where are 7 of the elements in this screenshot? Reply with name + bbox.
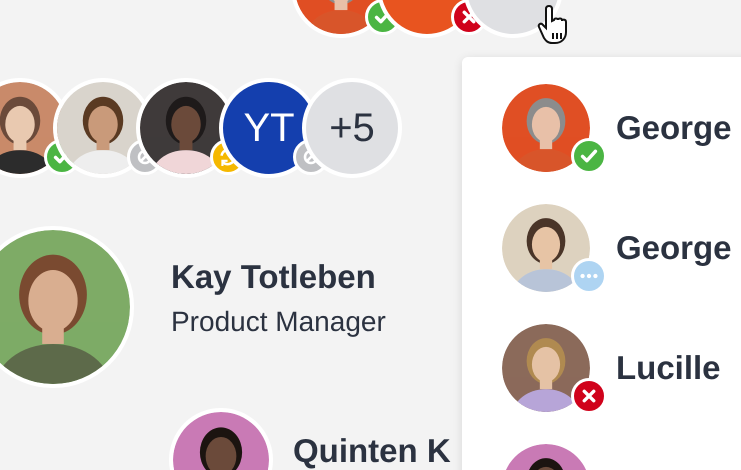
profile-name: Kay Totleben: [171, 258, 377, 296]
person-name[interactable]: George: [616, 230, 732, 266]
person-name[interactable]: George: [616, 110, 732, 146]
profile-name: Quinten K: [293, 434, 451, 467]
profile-role: Product Manager: [171, 305, 386, 340]
person-name[interactable]: Lucille: [616, 350, 721, 386]
more-count: +5: [302, 78, 402, 178]
